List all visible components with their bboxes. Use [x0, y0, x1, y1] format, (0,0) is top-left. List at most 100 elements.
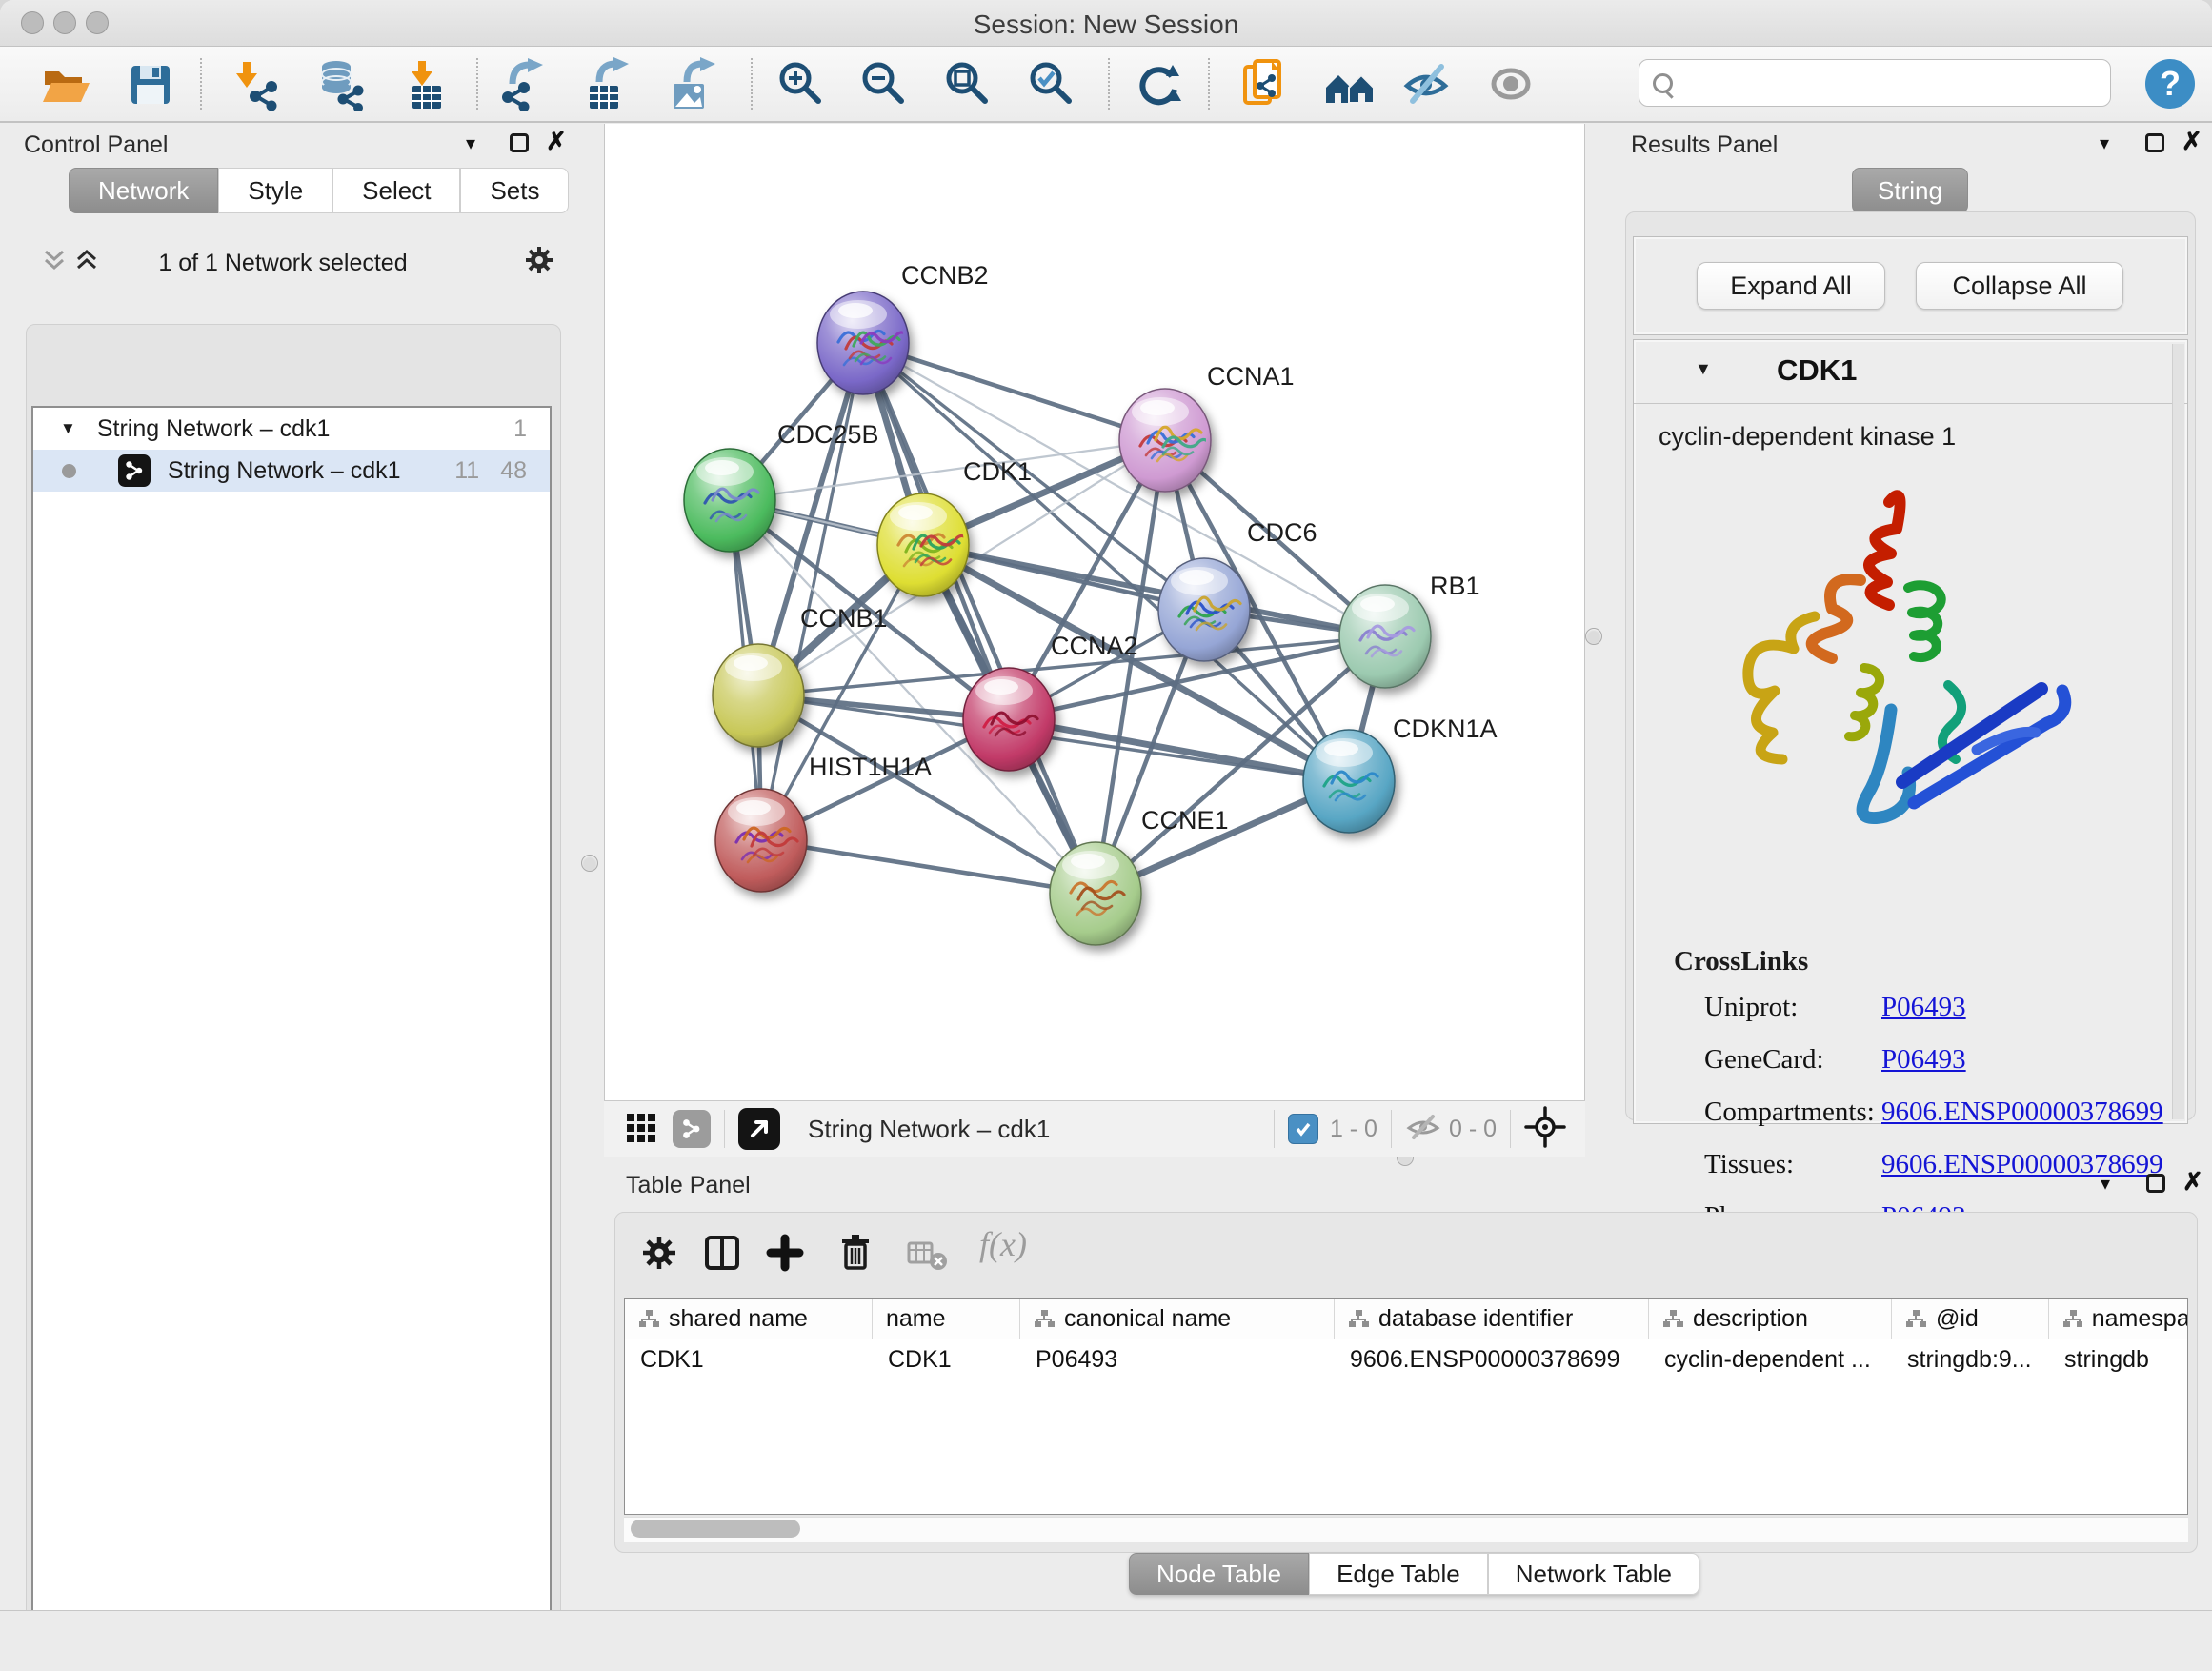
zoom-selected-button[interactable] [1024, 57, 1077, 111]
table-cell: cyclin-dependent ... [1649, 1339, 1892, 1379]
table-cell: 9606.ENSP00000378699 [1335, 1339, 1649, 1379]
hide-selected-button[interactable] [1399, 57, 1453, 111]
function-builder-icon[interactable]: f(x) [979, 1224, 1027, 1264]
panel-float-icon[interactable] [2146, 1174, 2165, 1193]
zoom-in-button[interactable] [774, 57, 827, 111]
toolbar-separator [1208, 58, 1210, 110]
table-cell: CDK1 [873, 1339, 1020, 1379]
save-session-button[interactable] [123, 57, 176, 111]
panel-float-icon[interactable] [2145, 133, 2164, 152]
expand-all-button[interactable]: Expand All [1697, 262, 1885, 310]
collection-count: 1 [513, 415, 527, 443]
search-input[interactable] [1639, 59, 2111, 107]
expand-all-icon[interactable] [73, 248, 100, 279]
column-label: namespace [2092, 1305, 2188, 1333]
network-selection-status: 1 of 1 Network selected [111, 250, 454, 277]
control-panel-title: Control Panel [24, 131, 168, 159]
fit-content-crosshair-icon[interactable] [1524, 1106, 1566, 1153]
group-nodes-button[interactable] [1322, 57, 1376, 111]
string-style-icon[interactable] [673, 1110, 711, 1148]
node-label-CDKN1A: CDKN1A [1393, 715, 1498, 743]
panel-close-icon[interactable]: ✗ [2182, 1172, 2203, 1191]
node-CCNA2 [963, 668, 1055, 771]
crosslink-link[interactable]: P06493 [1881, 1044, 1966, 1076]
tree-expand-icon[interactable]: ▼ [60, 419, 76, 438]
column-label: database identifier [1378, 1305, 1573, 1333]
help-button[interactable]: ? [2145, 59, 2195, 109]
node-label-CCNA1: CCNA1 [1207, 362, 1295, 391]
zoom-fit-button[interactable] [940, 57, 994, 111]
collapse-all-button[interactable]: Collapse All [1916, 262, 2123, 310]
tab-string[interactable]: String [1852, 168, 1968, 213]
tab-network-table[interactable]: Network Table [1488, 1553, 1699, 1595]
delete-table-icon[interactable] [907, 1239, 949, 1277]
panel-float-icon[interactable] [510, 133, 529, 152]
panel-menu-icon[interactable]: ▾ [2100, 131, 2109, 155]
zoom-out-button[interactable] [856, 57, 910, 111]
open-in-window-icon[interactable] [738, 1108, 780, 1150]
network-collection-row[interactable]: ▼ String Network – cdk1 1 [33, 408, 550, 450]
column-header-canonical-name[interactable]: canonical name [1020, 1299, 1335, 1339]
panel-close-icon[interactable]: ✗ [2182, 131, 2202, 151]
column-label: name [886, 1305, 946, 1333]
export-network-button[interactable] [495, 57, 549, 111]
tab-sets[interactable]: Sets [460, 168, 569, 213]
column-header-@id[interactable]: @id [1892, 1299, 2049, 1339]
section-collapse-icon[interactable]: ▼ [1695, 359, 1712, 379]
clone-network-button[interactable] [1237, 57, 1291, 111]
column-header-name[interactable]: name [873, 1299, 1020, 1339]
show-column-icon[interactable] [703, 1234, 741, 1277]
gene-section-header[interactable]: ▼ CDK1 [1634, 340, 2187, 404]
left-splitter-handle[interactable] [581, 855, 598, 872]
refresh-button[interactable] [1132, 57, 1185, 111]
hidden-eye-icon[interactable] [1405, 1111, 1441, 1148]
import-network-button[interactable] [228, 57, 281, 111]
column-header-database-identifier[interactable]: database identifier [1335, 1299, 1649, 1339]
control-panel-tabs: NetworkStyleSelectSets [69, 168, 569, 213]
table-row[interactable]: CDK1CDK1P064939606.ENSP00000378699cyclin… [625, 1339, 2187, 1379]
selected-checkbox-icon[interactable] [1288, 1114, 1318, 1144]
import-database-button[interactable] [313, 57, 367, 111]
panel-menu-icon[interactable]: ▾ [2101, 1172, 2110, 1196]
tab-node-table[interactable]: Node Table [1129, 1553, 1309, 1595]
node-CDKN1A [1303, 730, 1395, 833]
network-row-selected[interactable]: String Network – cdk1 11 48 [33, 450, 550, 492]
show-all-button[interactable] [1484, 57, 1538, 111]
edge-CDK1-RB1 [923, 545, 1385, 636]
node-CDC6 [1158, 558, 1250, 661]
table-scrollbar-thumb[interactable] [631, 1520, 800, 1538]
protein-structure-image [1662, 464, 2177, 940]
table-cell: P06493 [1020, 1339, 1335, 1379]
birds-eye-view-icon[interactable] [625, 1110, 659, 1149]
panel-close-icon[interactable]: ✗ [546, 131, 567, 151]
right-splitter-handle[interactable] [1585, 628, 1602, 645]
column-header-namespace[interactable]: namespace [2049, 1299, 2188, 1339]
create-column-icon[interactable] [766, 1234, 804, 1277]
results-buttons-card: Expand All Collapse All [1633, 236, 2188, 335]
table-horizontal-scrollbar[interactable] [624, 1517, 2188, 1542]
column-header-shared-name[interactable]: shared name [625, 1299, 873, 1339]
crosslink-link[interactable]: P06493 [1881, 992, 1966, 1023]
results-scrollbar[interactable] [2172, 344, 2184, 1119]
delete-column-icon[interactable] [836, 1232, 875, 1277]
tab-select[interactable]: Select [332, 168, 460, 213]
node-table: shared name name canonical name database id… [624, 1298, 2188, 1515]
tab-network[interactable]: Network [69, 168, 218, 213]
crosslink-link[interactable]: 9606.ENSP00000378699 [1881, 1097, 2163, 1128]
tab-style[interactable]: Style [218, 168, 332, 213]
import-table-button[interactable] [399, 57, 452, 111]
column-header-description[interactable]: description [1649, 1299, 1892, 1339]
network-list: ▼ String Network – cdk1 1 String Network… [31, 406, 552, 1671]
export-image-button[interactable] [666, 57, 719, 111]
table-settings-gear-icon[interactable] [640, 1234, 678, 1277]
node-label-CDC6: CDC6 [1247, 518, 1317, 547]
panel-menu-icon[interactable]: ▾ [466, 131, 475, 155]
tab-edge-table[interactable]: Edge Table [1309, 1553, 1488, 1595]
table-cell: stringdb [2049, 1339, 2188, 1379]
network-options-gear-icon[interactable] [523, 244, 555, 281]
export-table-button[interactable] [580, 57, 633, 111]
network-canvas[interactable]: CCNB2CCNA1CDC25BCDK1CDC6RB1CCNB1CCNA2CDK… [604, 124, 1585, 1100]
open-session-button[interactable] [37, 57, 90, 111]
crosslink-row: Uniprot:P06493 [1634, 992, 2187, 1044]
collapse-all-icon[interactable] [41, 248, 68, 279]
